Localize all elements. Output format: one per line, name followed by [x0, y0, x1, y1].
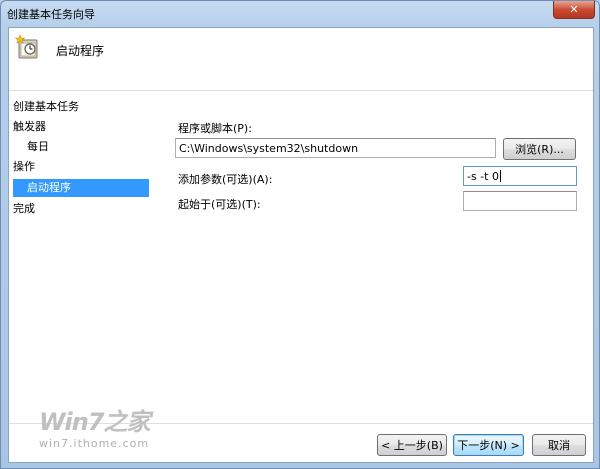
- next-button[interactable]: 下一步(N) >: [453, 434, 524, 456]
- sidebar-item-action[interactable]: 操作: [13, 158, 35, 176]
- sidebar-item-daily[interactable]: 每日: [13, 138, 49, 156]
- back-button[interactable]: < 上一步(B): [377, 434, 447, 456]
- program-input-value: C:\Windows\system32\shutdown: [179, 142, 359, 155]
- program-label: 程序或脚本(P):: [178, 122, 252, 135]
- cancel-button-label: 取消: [548, 439, 570, 452]
- page-title: 启动程序: [56, 44, 105, 58]
- arguments-label: 添加参数(可选)(A):: [178, 173, 273, 186]
- close-button[interactable]: ✕: [553, 1, 595, 19]
- text-caret: [499, 170, 501, 182]
- watermark-url: win7.ithome.com: [39, 437, 150, 450]
- arguments-input[interactable]: -s -t 0: [463, 166, 577, 186]
- browse-button-label: 浏览(R)...: [515, 143, 564, 156]
- program-input[interactable]: C:\Windows\system32\shutdown: [175, 138, 496, 158]
- cancel-button[interactable]: 取消: [532, 434, 586, 456]
- arguments-input-value: -s -t 0: [467, 170, 499, 183]
- close-icon: ✕: [569, 3, 579, 16]
- title-bar[interactable]: 创建基本任务向导 ✕: [1, 1, 599, 27]
- wizard-window: 创建基本任务向导 ✕ 启动程序 创建基本任务 触发器 每日 操作 启动程序 完成…: [0, 0, 600, 469]
- browse-button[interactable]: 浏览(R)...: [503, 138, 576, 160]
- sidebar-title: 创建基本任务: [13, 100, 79, 113]
- start-in-input[interactable]: [463, 191, 577, 211]
- wizard-header: 启动程序: [9, 28, 593, 91]
- task-scheduler-icon: [15, 34, 38, 59]
- watermark: Win7之家 win7.ithome.com: [39, 402, 150, 450]
- start-in-label: 起始于(可选)(T):: [178, 198, 261, 211]
- sidebar-item-trigger[interactable]: 触发器: [13, 118, 46, 136]
- wizard-client-area: 启动程序 创建基本任务 触发器 每日 操作 启动程序 完成 程序或脚本(P): …: [8, 27, 594, 463]
- sidebar-item-start-program[interactable]: 启动程序: [13, 179, 149, 197]
- next-button-label: 下一步(N) >: [457, 439, 520, 452]
- sidebar-item-finish[interactable]: 完成: [13, 200, 35, 218]
- window-title: 创建基本任务向导: [7, 8, 95, 21]
- back-button-label: < 上一步(B): [381, 439, 443, 452]
- watermark-logo: Win7之家: [39, 408, 150, 436]
